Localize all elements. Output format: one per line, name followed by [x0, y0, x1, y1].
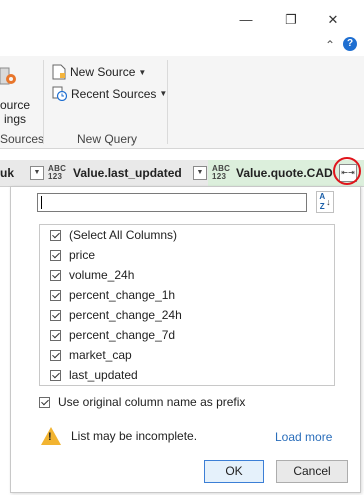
- type-any-icon[interactable]: ABC 123: [48, 165, 66, 181]
- ribbon: ource ings Sources New Source ▼ Recent S…: [0, 56, 364, 149]
- ok-button[interactable]: OK: [204, 460, 264, 483]
- sort-az-icon: A Z ↓: [319, 192, 331, 211]
- incomplete-warning: ! List may be incomplete.: [41, 427, 197, 445]
- chevron-down-icon: ▼: [138, 67, 147, 77]
- list-item[interactable]: (Select All Columns): [50, 226, 177, 244]
- title-bar: — ❐ ✕: [0, 0, 364, 40]
- new-query-group-label: New Query: [77, 132, 138, 146]
- recent-sources-icon: [52, 86, 67, 101]
- list-item[interactable]: percent_change_1h: [50, 286, 175, 304]
- checkbox-checked[interactable]: [50, 349, 61, 361]
- data-source-settings-label-2[interactable]: ings: [4, 112, 26, 126]
- checkbox-checked[interactable]: [50, 289, 61, 301]
- type-any-icon[interactable]: ABC 123: [212, 165, 230, 181]
- checkbox-checked[interactable]: [50, 249, 61, 261]
- load-more-link[interactable]: Load more: [275, 430, 332, 444]
- checkbox-checked[interactable]: [50, 309, 61, 321]
- recent-sources-button[interactable]: Recent Sources ▼: [52, 86, 167, 101]
- help-icon[interactable]: ?: [343, 37, 357, 51]
- minimize-icon[interactable]: —: [236, 10, 256, 30]
- list-item[interactable]: price: [50, 246, 95, 264]
- prefix-label: Use original column name as prefix: [58, 395, 246, 409]
- list-item[interactable]: percent_change_7d: [50, 326, 175, 344]
- use-prefix-option[interactable]: Use original column name as prefix: [39, 395, 245, 409]
- filter-dropdown-icon[interactable]: ▼: [30, 166, 44, 180]
- filter-dropdown-icon[interactable]: ▼: [193, 166, 207, 180]
- sources-group-label: Sources: [0, 132, 45, 146]
- checkbox-checked[interactable]: [50, 229, 61, 241]
- expand-columns-popup: A Z ↓ (Select All Columns) price volume_…: [10, 186, 361, 493]
- text-caret: [41, 196, 42, 209]
- column-list[interactable]: (Select All Columns) price volume_24h pe…: [39, 224, 335, 386]
- data-source-settings-icon[interactable]: [0, 66, 18, 88]
- column-header-partial[interactable]: uk: [0, 166, 14, 180]
- ribbon-separator: [167, 60, 168, 144]
- restore-icon[interactable]: ❐: [281, 10, 301, 30]
- list-item[interactable]: volume_24h: [50, 266, 134, 284]
- list-item[interactable]: last_updated: [50, 366, 138, 384]
- list-item[interactable]: market_cap: [50, 346, 132, 364]
- prefix-checkbox[interactable]: [39, 396, 50, 408]
- new-source-icon: [52, 64, 66, 80]
- checkbox-checked[interactable]: [50, 269, 61, 281]
- new-source-label: New Source: [70, 65, 136, 79]
- close-icon[interactable]: ✕: [323, 10, 343, 30]
- new-source-button[interactable]: New Source ▼: [52, 64, 146, 80]
- search-input[interactable]: [37, 193, 307, 212]
- column-header-last-updated[interactable]: Value.last_updated: [73, 166, 182, 180]
- ribbon-controls: ⌃ ?: [0, 36, 364, 56]
- collapse-ribbon-icon[interactable]: ⌃: [325, 38, 335, 52]
- list-item[interactable]: percent_change_24h: [50, 306, 182, 324]
- warning-text: List may be incomplete.: [71, 429, 198, 443]
- checkbox-checked[interactable]: [50, 329, 61, 341]
- checkbox-checked[interactable]: [50, 369, 61, 381]
- warning-icon: !: [41, 427, 61, 445]
- data-source-settings-label-1[interactable]: ource: [0, 98, 30, 112]
- highlight-annotation: [333, 157, 361, 185]
- column-header-bar: uk ▼ ABC 123 Value.last_updated ▼ ABC 123 …: [0, 160, 364, 187]
- cancel-button[interactable]: Cancel: [276, 460, 348, 483]
- ribbon-separator: [43, 60, 44, 144]
- column-header-quote-cad[interactable]: Value.quote.CAD: [236, 166, 333, 180]
- recent-sources-label: Recent Sources: [71, 86, 157, 101]
- sort-az-button[interactable]: A Z ↓: [316, 191, 334, 213]
